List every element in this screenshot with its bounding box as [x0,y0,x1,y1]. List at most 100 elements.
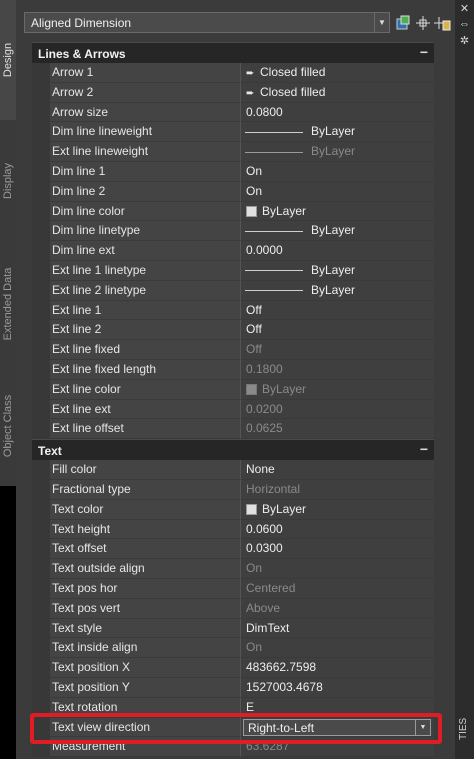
property-value[interactable]: 0.0200 [240,399,434,420]
property-row[interactable]: Dim line 1 On [32,162,434,182]
collapse-icon[interactable]: − [420,441,428,457]
property-value[interactable]: 0.1800 [240,360,434,380]
property-value[interactable]: 0.0600 [240,519,434,540]
property-value[interactable]: 0.0800 [240,102,434,123]
row-gutter [32,539,50,560]
property-row[interactable]: Ext line 1 linetype ByLayer [32,261,434,281]
section-header[interactable]: Lines & Arrows − [32,42,434,64]
section-header[interactable]: Text − [32,439,434,462]
quick-select-icon[interactable] [394,14,412,32]
property-value[interactable]: Off [240,340,434,360]
lineweight-sample-icon [245,290,303,292]
property-row[interactable]: Dim line 2 On [32,181,434,202]
row-gutter [32,519,50,540]
property-value[interactable]: 483662.7598 [240,658,434,678]
property-value[interactable]: ByLayer [240,280,434,301]
row-gutter [32,340,50,360]
property-value[interactable]: DimText [240,618,434,639]
row-gutter [32,261,50,281]
property-value-text: ByLayer [262,381,307,396]
properties-menu-icon[interactable]: ✲ [455,34,474,47]
property-value-text: Above [246,600,281,615]
property-row[interactable]: Ext line 2 Off [32,320,434,341]
property-value[interactable]: None [240,460,434,480]
object-type-value: Aligned Dimension [31,16,132,30]
property-value-text: Closed filled [260,84,326,99]
property-value[interactable]: ➨ Closed filled [240,82,434,103]
property-row[interactable]: Text pos vert Above [32,598,434,619]
property-value-text: DimText [246,620,290,635]
property-row[interactable]: Arrow 2 ➨ Closed filled [32,82,434,103]
property-row[interactable]: Ext line 2 linetype ByLayer [32,280,434,301]
property-value-text: Centered [246,581,296,595]
property-row[interactable]: Ext line offset 0.0625 [32,419,434,440]
property-value[interactable]: On [240,181,434,202]
property-row[interactable]: Dim line lineweight ByLayer [32,122,434,143]
property-value[interactable]: Centered [240,579,434,599]
tab-display[interactable]: Display [0,120,16,243]
property-row[interactable]: Dim line linetype ByLayer [32,221,434,242]
property-value-text: None [246,462,275,477]
property-row[interactable]: Text style DimText [32,618,434,639]
property-value[interactable]: ByLayer [240,142,434,162]
close-icon[interactable]: ✕ [455,2,474,15]
row-gutter [32,678,50,698]
property-row[interactable]: Text color ByLayer [32,499,434,520]
property-value-text: 0.1800 [246,362,283,376]
property-row[interactable]: Text height 0.0600 [32,519,434,540]
property-value[interactable]: ByLayer [240,499,434,520]
property-value[interactable]: ➨ Closed filled [240,63,434,83]
property-value[interactable]: Above [240,598,434,619]
toggle-pickadd-icon[interactable] [434,14,452,32]
property-row[interactable]: Text pos hor Centered [32,579,434,599]
property-value-text: ByLayer [311,282,356,297]
property-row[interactable]: Fill color None [32,460,434,480]
tab-design[interactable]: Design [0,0,16,121]
property-value[interactable]: ByLayer [240,261,434,281]
property-value[interactable]: 0.0300 [240,539,434,560]
property-row[interactable]: Arrow size 0.0800 [32,102,434,123]
property-value[interactable]: ByLayer [240,221,434,242]
property-row[interactable]: Text inside align On [32,638,434,659]
property-value[interactable]: ByLayer [240,122,434,143]
property-value-text: On [246,164,263,178]
property-row[interactable]: Text position X 483662.7598 [32,658,434,678]
property-row[interactable]: Arrow 1 ➨ Closed filled [32,63,434,83]
property-row[interactable]: Ext line ext 0.0200 [32,399,434,420]
property-value-text: Closed filled [260,65,326,79]
property-row[interactable]: Ext line 1 Off [32,300,434,321]
property-value[interactable]: 0.0625 [240,419,434,440]
property-row[interactable]: Text outside align On [32,559,434,579]
select-objects-icon[interactable] [414,14,432,32]
tab-extended-data[interactable]: Extended Data [0,242,16,367]
property-row[interactable]: Ext line fixed Off [32,340,434,360]
property-value[interactable]: Off [240,300,434,321]
row-gutter [32,598,50,619]
property-row[interactable]: Ext line lineweight ByLayer [32,142,434,162]
property-value[interactable]: ByLayer [240,379,434,400]
property-row[interactable]: Dim line ext 0.0000 [32,241,434,261]
property-row[interactable]: Dim line color ByLayer [32,201,434,222]
chevron-down-icon[interactable]: ▼ [374,13,389,32]
property-row[interactable]: Ext line color ByLayer [32,379,434,400]
property-value[interactable]: Horizontal [240,480,434,500]
auto-hide-icon[interactable]: ⇔ [455,18,474,30]
property-row[interactable]: Fractional type Horizontal [32,480,434,500]
tab-object-class[interactable]: Object Class [0,366,16,487]
property-row[interactable]: Ext line fixed length 0.1800 [32,360,434,380]
property-row[interactable]: Text offset 0.0300 [32,539,434,560]
property-value[interactable]: On [240,162,434,182]
property-row[interactable]: Text position Y 1527003.4678 [32,678,434,698]
property-value[interactable]: 0.0000 [240,241,434,261]
property-value[interactable]: 1527003.4678 [240,678,434,698]
property-name: Ext line 2 [50,320,240,341]
color-swatch-icon [246,504,257,516]
object-type-select[interactable]: Aligned Dimension ▼ [24,12,390,33]
property-value[interactable]: On [240,638,434,659]
property-value[interactable]: ByLayer [240,201,434,222]
property-value[interactable]: On [240,559,434,579]
row-gutter [32,320,50,341]
collapse-icon[interactable]: − [420,44,428,60]
property-value[interactable]: Off [240,320,434,341]
row-gutter [32,162,50,182]
